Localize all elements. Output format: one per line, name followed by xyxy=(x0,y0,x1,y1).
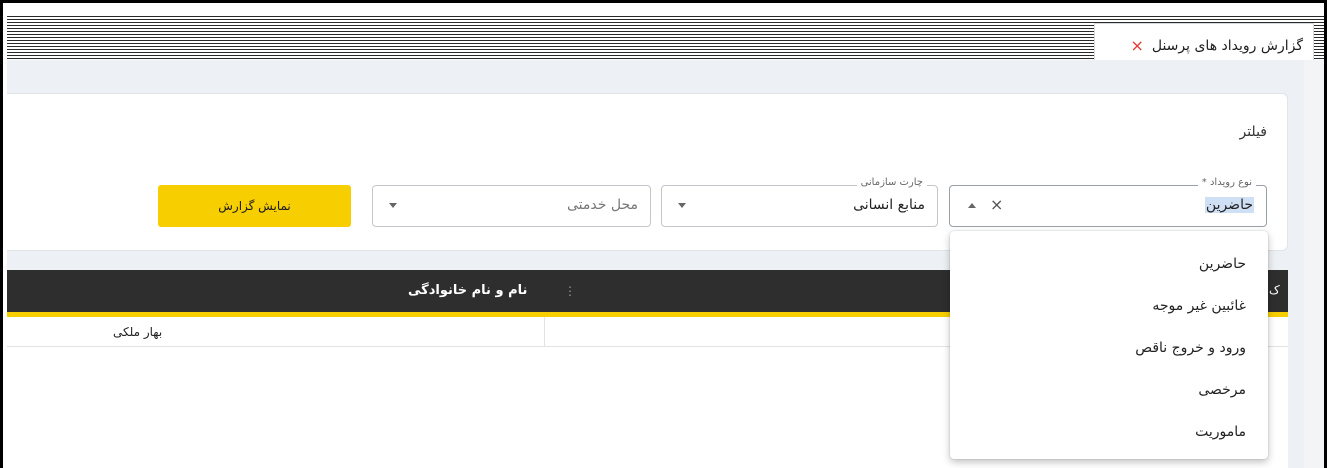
event-type-select[interactable]: نوع رویداد * حاضرین × xyxy=(949,177,1267,227)
dropdown-option[interactable]: حاضرین xyxy=(950,243,1268,285)
cell-divider xyxy=(544,317,545,347)
chevron-up-icon[interactable] xyxy=(968,203,976,208)
page-edge xyxy=(1304,60,1324,468)
chevron-down-icon[interactable] xyxy=(678,203,686,208)
org-chart-value: منابع انسانی xyxy=(853,197,925,213)
filter-panel: فیلتر xyxy=(7,93,1288,251)
event-type-dropdown-list: حاضرین غائبین غیر موجه ورود و خروج ناقص … xyxy=(950,231,1268,459)
org-chart-legend: چارت سازمانی xyxy=(856,177,927,188)
dropdown-option[interactable]: ورود و خروج ناقص xyxy=(950,327,1268,369)
cell-full-name: بهار ملکی xyxy=(113,325,163,339)
event-type-legend: نوع رویداد * xyxy=(1197,177,1256,188)
service-place-placeholder: محل خدمتی xyxy=(567,197,638,213)
chevron-down-icon[interactable] xyxy=(389,203,397,208)
dropdown-option[interactable]: ماموریت xyxy=(950,411,1268,453)
org-chart-select[interactable]: چارت سازمانی منابع انسانی xyxy=(661,177,938,227)
dropdown-option[interactable]: مرخصی xyxy=(950,369,1268,411)
app-frame: گزارش رویداد های پرسنل × فیلتر نوع رویدا… xyxy=(0,0,1327,468)
service-place-select[interactable]: محل خدمتی xyxy=(372,185,651,227)
dropdown-option[interactable]: غائبین غیر موجه xyxy=(950,285,1268,327)
column-header-partial[interactable]: ک xyxy=(1269,283,1280,297)
filter-title: فیلتر xyxy=(1239,124,1267,140)
clear-icon[interactable]: × xyxy=(990,195,1003,214)
column-menu-icon[interactable]: ⋮ xyxy=(564,284,576,298)
show-report-button[interactable]: نمایش گزارش xyxy=(158,185,351,227)
tab-strip: گزارش رویداد های پرسنل × xyxy=(7,16,1324,67)
tab-title: گزارش رویداد های پرسنل xyxy=(1151,37,1303,54)
event-type-value: حاضرین xyxy=(1204,197,1254,213)
column-header-full-name[interactable]: نام و نام خانوادگی xyxy=(408,283,527,298)
close-icon[interactable]: × xyxy=(1130,37,1143,54)
